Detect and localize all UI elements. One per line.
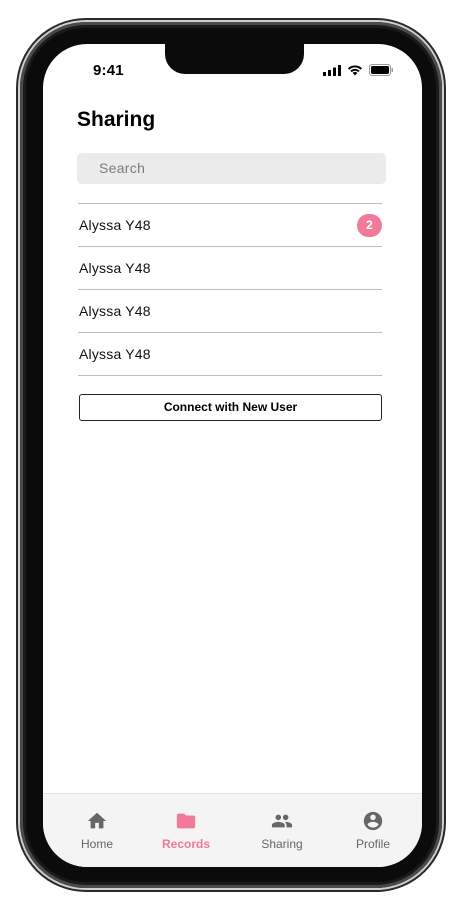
notch [165,44,304,74]
tab-label: Home [80,837,113,851]
user-name: Alyssa Y48 [79,260,151,276]
search-input[interactable]: Search [77,153,386,184]
wifi-icon [348,65,362,76]
list-item-user-2[interactable]: Alyssa Y48 [78,247,382,290]
tab-label: Profile [355,837,390,851]
tab-label: Records [161,837,211,851]
user-name: Alyssa Y48 [79,217,151,233]
battery-icon [369,64,393,76]
tab-profile[interactable]: Profile [333,810,413,851]
tab-sharing[interactable]: Sharing [242,810,322,851]
status-icons [323,64,394,76]
list-item-user-3[interactable]: Alyssa Y48 [78,290,382,333]
folder-icon [176,813,196,829]
user-name: Alyssa Y48 [79,346,151,362]
tab-home[interactable]: Home [57,810,137,851]
list-item-user-1[interactable]: Alyssa Y48 2 [78,204,382,247]
app-screen: 9:41 Sharing Search Alyssa Y48 2 Alyssa … [43,44,422,867]
notification-badge: 2 [357,214,382,237]
account-circle-icon [363,811,383,831]
home-icon [87,812,107,829]
list-item-user-4[interactable]: Alyssa Y48 [78,333,382,376]
page-title: Sharing [77,108,156,131]
user-name: Alyssa Y48 [79,303,151,319]
tab-records[interactable]: Records [146,810,226,851]
tab-bar: Home Records Sharing Profile [43,793,422,867]
status-time: 9:41 [93,62,124,79]
user-list: Alyssa Y48 2 Alyssa Y48 Alyssa Y48 Alyss… [78,203,382,376]
tab-label: Sharing [261,837,303,851]
connect-new-user-button[interactable]: Connect with New User [79,394,382,421]
search-placeholder: Search [99,160,146,176]
cellular-signal-icon [323,64,341,76]
people-icon [271,814,293,828]
